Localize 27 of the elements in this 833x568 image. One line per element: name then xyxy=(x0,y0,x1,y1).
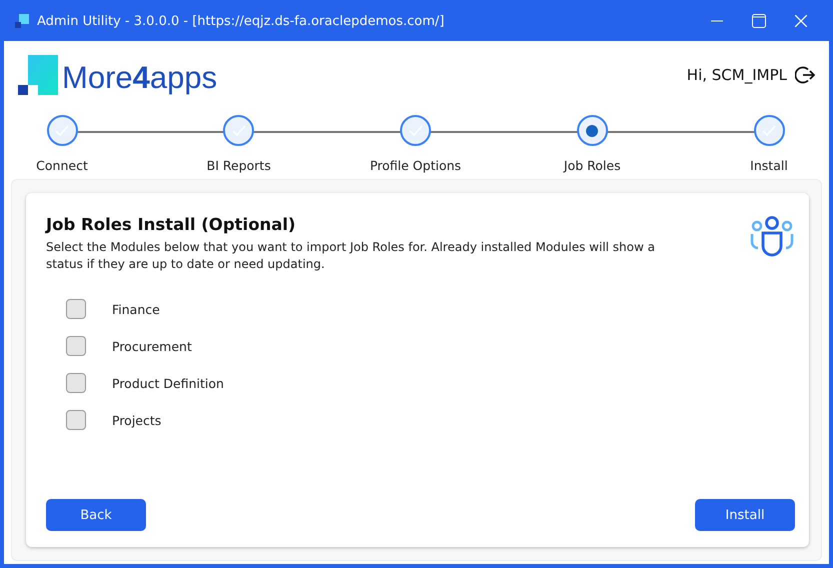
step-label: Job Roles xyxy=(564,158,621,173)
minimize-icon xyxy=(711,20,723,22)
section-description: Select the Modules below that you want to import Job Roles for. Already installed Modules will show a status if they are up to date or need updating. xyxy=(46,239,656,273)
back-button[interactable]: Back xyxy=(46,499,146,531)
module-label: Procurement xyxy=(112,338,192,354)
step-label: BI Reports xyxy=(206,158,271,173)
window-title: Admin Utility - 3.0.0.0 - [https://eqjz.ds-fa.oraclepdemos.com/] xyxy=(37,14,446,28)
logout-icon[interactable] xyxy=(795,65,815,85)
step-label: Profile Options xyxy=(370,158,462,173)
module-label: Projects xyxy=(112,412,162,428)
install-button[interactable]: Install xyxy=(695,499,795,531)
close-icon xyxy=(795,15,807,27)
step-label: Connect xyxy=(36,158,88,173)
module-checkbox[interactable] xyxy=(66,336,86,356)
module-checkbox[interactable] xyxy=(66,373,86,393)
module-label: Product Definition xyxy=(112,376,224,390)
logo-icon xyxy=(18,55,58,95)
maximize-icon xyxy=(752,14,766,28)
current-step-dot xyxy=(586,124,598,136)
logo-text: More4apps xyxy=(62,62,218,93)
module-checkbox[interactable] xyxy=(66,410,86,430)
section-title: Job Roles Install (Optional) xyxy=(46,215,297,234)
app-icon xyxy=(15,14,29,28)
module-checkbox[interactable] xyxy=(66,299,86,319)
step-label: Install xyxy=(750,158,788,173)
module-label: Finance xyxy=(112,302,160,316)
user-greeting: Hi, SCM_IMPL xyxy=(686,66,787,84)
